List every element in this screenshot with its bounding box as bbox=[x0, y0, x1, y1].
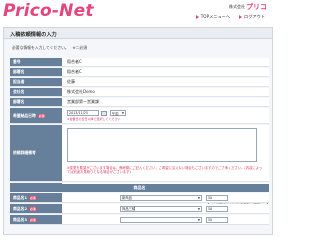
required-badge: 必須 bbox=[29, 195, 37, 200]
date-note: ※営業日の翌日以降で選択してください bbox=[67, 117, 121, 121]
quantity-input[interactable]: 50 bbox=[206, 205, 228, 212]
chevron-down-icon: ▼ bbox=[121, 111, 124, 115]
row-value: 2013/11/25 午前 ▼ ※営業日の翌日以降で選択してください bbox=[62, 108, 269, 123]
row-label: 会社名 bbox=[10, 88, 62, 96]
row-label: 部署名 bbox=[10, 68, 62, 76]
main-panel: 入稿依頼情報の入力 必要な情報を入力してください。 ※＝必須 番号 稲合者C 部… bbox=[3, 27, 273, 235]
form-row: 部署名 稲合者C bbox=[10, 68, 269, 77]
chevron-down-icon: ▼ bbox=[197, 195, 200, 200]
calendar-icon[interactable] bbox=[101, 110, 107, 116]
company-label: 株式会社 プリコ bbox=[229, 2, 267, 12]
header-nav: TOPメニューへ ログアウト bbox=[195, 14, 265, 20]
row-value: 営業部第一営業課 bbox=[62, 98, 269, 106]
time-select-value: 午前 bbox=[112, 111, 119, 116]
nav-top-menu[interactable]: TOPメニューへ bbox=[195, 14, 231, 20]
nav-top-menu-label: TOPメニューへ bbox=[200, 14, 231, 19]
form-row: 担当者 佐藤 bbox=[10, 78, 269, 87]
row-label: 商品名3 必須 bbox=[10, 215, 62, 224]
row-label: 部署名 bbox=[10, 98, 62, 106]
row-label: 番号 bbox=[10, 58, 62, 66]
form-instructions: 必要な情報を入力してください。 ※＝必須 bbox=[12, 45, 88, 50]
date-input[interactable]: 2013/11/25 bbox=[67, 110, 99, 116]
chevron-down-icon: ▼ bbox=[197, 206, 200, 211]
logo[interactable]: Prico-Net bbox=[3, 1, 94, 21]
row-value: 稲合者C bbox=[62, 68, 269, 76]
row-value: 株式会社Demo bbox=[62, 88, 269, 96]
required-badge: 必須 bbox=[29, 217, 37, 222]
required-badge: 必須 bbox=[29, 206, 37, 211]
company-prefix: 株式会社 bbox=[229, 4, 245, 9]
product-label: 商品名2 bbox=[13, 205, 28, 211]
row-label: 担当者 bbox=[10, 78, 62, 86]
product-row: 商品名1 必須 新商品 ▼ 50 bbox=[10, 193, 269, 203]
product-label: 商品名1 bbox=[13, 194, 28, 200]
row-value: 佐藤 bbox=[62, 78, 269, 86]
memo-hint: ※変更を要望がございます場合は、備考欄にご記入ください。ご希望に沿えない場合もご… bbox=[67, 166, 263, 175]
delivery-date-label: 希望納品日時 bbox=[13, 112, 36, 118]
chevron-down-icon: ▼ bbox=[197, 217, 200, 222]
required-badge: 必須 bbox=[37, 113, 46, 118]
product-row: 商品名2 必須 商品三種 ▼ 50 bbox=[10, 204, 269, 214]
product-row: 商品名3 必須 ▼ 50 bbox=[10, 215, 269, 225]
product-select[interactable]: 新商品 ▼ bbox=[120, 194, 202, 201]
memo-row: 依頼詳細備考 ※変更を要望がございます場合は、備考欄にご記入ください。ご希望に沿… bbox=[10, 125, 269, 182]
product-select-value: 商品三種 bbox=[122, 207, 136, 211]
nav-logout[interactable]: ログアウト bbox=[239, 14, 265, 20]
quantity-input[interactable]: 50 bbox=[206, 216, 228, 223]
date-controls: 2013/11/25 午前 ▼ bbox=[67, 110, 126, 116]
page-title: 入稿依頼情報の入力 bbox=[4, 28, 272, 39]
form-row: 部署名 営業部第一営業課 bbox=[10, 98, 269, 107]
product-select-value: 新商品 bbox=[122, 196, 132, 200]
app-header: Prico-Net 株式会社 プリコ TOPメニューへ ログアウト bbox=[0, 0, 275, 26]
arrow-right-icon bbox=[239, 15, 243, 19]
form-row: 会社名 株式会社Demo bbox=[10, 88, 269, 97]
products-header: 商品名 bbox=[10, 184, 269, 192]
memo-textarea[interactable] bbox=[67, 128, 257, 162]
form-row: 番号 稲合者C bbox=[10, 58, 269, 67]
row-label: 商品名2 必須 bbox=[10, 204, 62, 213]
row-label: 依頼詳細備考 bbox=[10, 125, 62, 181]
arrow-right-icon bbox=[195, 15, 199, 19]
product-select[interactable]: ▼ bbox=[120, 216, 202, 223]
row-value: ▼ 50 bbox=[62, 215, 269, 224]
row-value: 稲合者C bbox=[62, 58, 269, 66]
quantity-input[interactable]: 50 bbox=[206, 194, 228, 201]
time-select[interactable]: 午前 ▼ bbox=[110, 110, 126, 116]
row-value: 新商品 ▼ 50 bbox=[62, 193, 269, 202]
company-name: プリコ bbox=[246, 3, 267, 11]
row-value: 商品三種 ▼ 50 bbox=[62, 204, 269, 213]
row-label: 希望納品日時 必須 bbox=[10, 108, 62, 123]
product-select[interactable]: 商品三種 ▼ bbox=[120, 205, 202, 212]
nav-logout-label: ログアウト bbox=[244, 14, 265, 19]
row-label: 商品名1 必須 bbox=[10, 193, 62, 202]
product-label: 商品名3 bbox=[13, 216, 28, 222]
row-value: ※変更を要望がございます場合は、備考欄にご記入ください。ご希望に沿えない場合もご… bbox=[62, 125, 269, 181]
delivery-date-row: 希望納品日時 必須 2013/11/25 午前 ▼ ※営業日の翌日以降で選択して… bbox=[10, 108, 269, 124]
